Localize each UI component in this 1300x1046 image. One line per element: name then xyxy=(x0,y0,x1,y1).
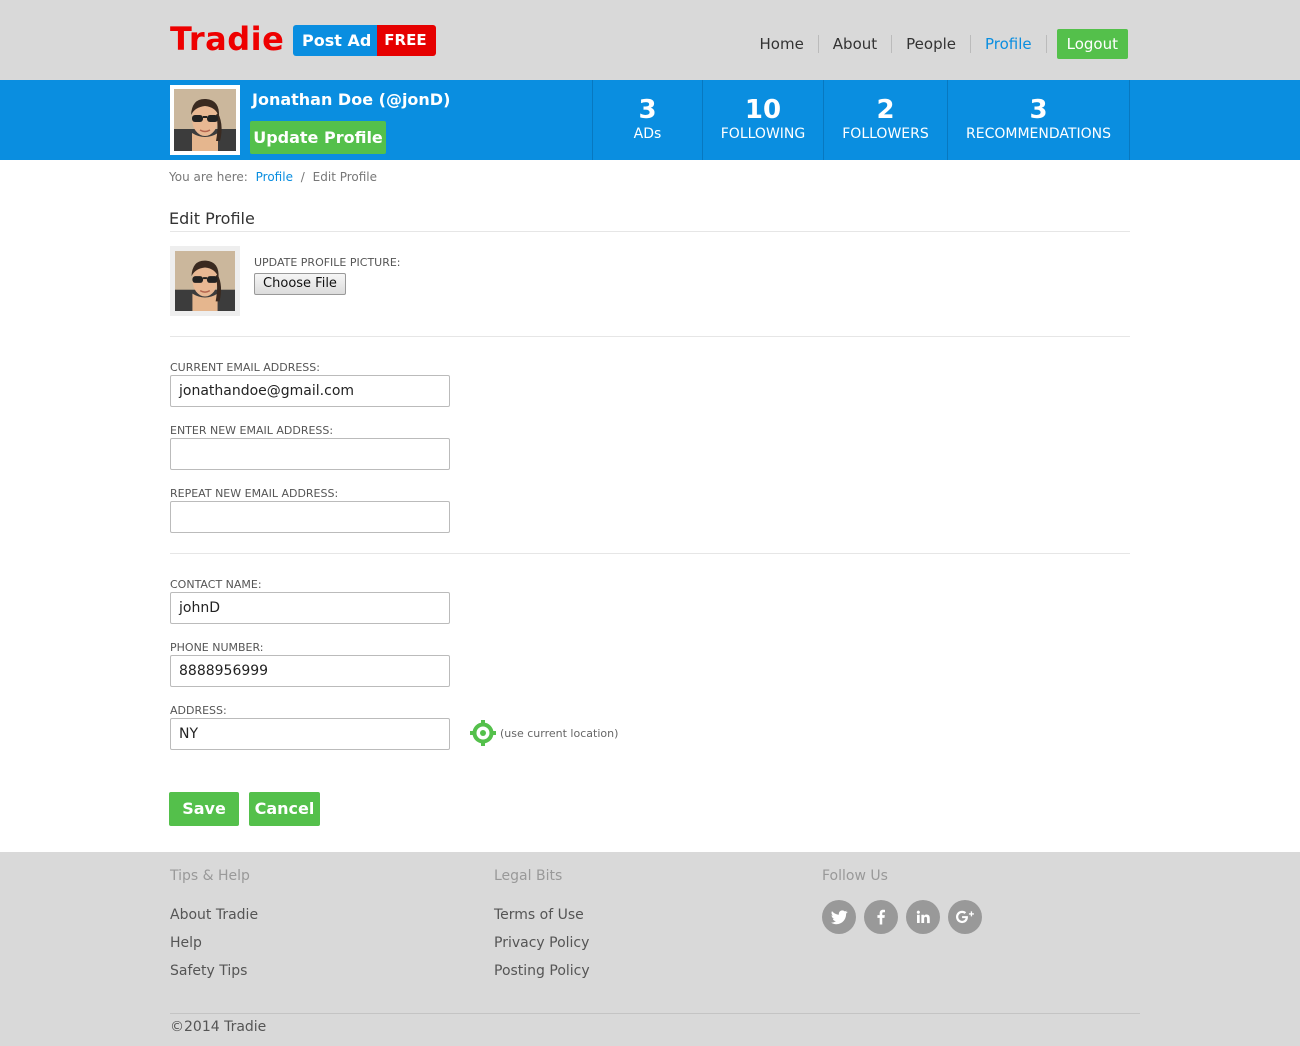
save-button[interactable]: Save xyxy=(169,792,239,826)
logout-button[interactable]: Logout xyxy=(1056,29,1128,59)
main-nav: Home About People Profile Logout xyxy=(746,29,1128,59)
stat-recommendations[interactable]: 3 RECOMMENDATIONS xyxy=(947,80,1130,160)
contact-name-label: CONTACT NAME: xyxy=(170,578,262,591)
divider xyxy=(170,553,1130,554)
nav-about[interactable]: About xyxy=(819,35,893,53)
stat-ads[interactable]: 3 ADs xyxy=(592,80,702,160)
footer-link-help[interactable]: Help xyxy=(170,929,258,957)
current-email-label: CURRENT EMAIL ADDRESS: xyxy=(170,361,320,374)
nav-people[interactable]: People xyxy=(892,35,971,53)
stat-number: 10 xyxy=(744,95,782,125)
nav-home[interactable]: Home xyxy=(746,35,819,53)
stat-label: FOLLOWERS xyxy=(842,126,929,142)
breadcrumb-prefix: You are here: xyxy=(169,170,248,184)
use-location-text: (use current location) xyxy=(500,726,619,740)
update-picture-label: UPDATE PROFILE PICTURE: xyxy=(254,256,401,269)
address-label: ADDRESS: xyxy=(170,704,227,717)
address-field[interactable]: NY xyxy=(170,718,450,750)
stat-number: 3 xyxy=(638,95,657,125)
avatar-photo-icon xyxy=(174,89,236,151)
stat-number: 2 xyxy=(876,95,895,125)
linkedin-icon[interactable] xyxy=(906,900,940,934)
divider xyxy=(170,231,1130,232)
avatar-photo-icon xyxy=(175,251,235,311)
location-crosshair-icon xyxy=(470,720,496,746)
stat-label: FOLLOWING xyxy=(720,126,806,142)
stat-label: ADs xyxy=(633,126,662,142)
repeat-email-field[interactable] xyxy=(170,501,450,533)
footer-tips-column: Tips & Help About Tradie Help Safety Tip… xyxy=(170,868,258,985)
nav-profile[interactable]: Profile xyxy=(971,35,1047,53)
google-plus-icon[interactable] xyxy=(948,900,982,934)
stat-following[interactable]: 10 FOLLOWING xyxy=(702,80,823,160)
breadcrumb-current: Edit Profile xyxy=(312,170,378,184)
new-email-label: ENTER NEW EMAIL ADDRESS: xyxy=(170,424,334,437)
footer-column-title: Legal Bits xyxy=(494,868,563,884)
free-badge: FREE xyxy=(377,25,436,56)
phone-number-label: PHONE NUMBER: xyxy=(170,641,264,654)
site-logo[interactable]: Tradie xyxy=(170,20,284,58)
copyright: ©2014 Tradie xyxy=(170,1019,267,1035)
footer-link-safety[interactable]: Safety Tips xyxy=(170,957,258,985)
current-email-field[interactable]: jonathandoe@gmail.com xyxy=(170,375,450,407)
breadcrumb: You are here: Profile / Edit Profile xyxy=(169,170,377,184)
twitter-icon[interactable] xyxy=(822,900,856,934)
main-content: You are here: Profile / Edit Profile Edi… xyxy=(0,160,1300,852)
new-email-field[interactable] xyxy=(170,438,450,470)
facebook-icon[interactable] xyxy=(864,900,898,934)
cancel-button[interactable]: Cancel xyxy=(249,792,320,826)
footer-column-title: Follow Us xyxy=(822,868,888,884)
choose-file-button[interactable]: Choose File xyxy=(254,273,346,295)
profile-picture-preview xyxy=(170,246,240,316)
stat-followers[interactable]: 2 FOLLOWERS xyxy=(823,80,947,160)
breadcrumb-separator: / xyxy=(300,170,305,184)
contact-name-field[interactable]: johnD xyxy=(170,592,450,624)
profile-bar: Jonathan Doe (@jonD) Update Profile 3 AD… xyxy=(0,80,1300,160)
footer-column-title: Tips & Help xyxy=(170,868,250,884)
stat-number: 3 xyxy=(1029,95,1048,125)
phone-number-field[interactable]: 8888956999 xyxy=(170,655,450,687)
footer-divider xyxy=(170,1013,1140,1014)
stat-label: RECOMMENDATIONS xyxy=(966,126,1111,142)
footer-link-privacy[interactable]: Privacy Policy xyxy=(494,929,590,957)
top-header: Tradie Post Ad FREE Home About People Pr… xyxy=(0,0,1300,80)
footer-link-about[interactable]: About Tradie xyxy=(170,901,258,929)
footer-link-posting[interactable]: Posting Policy xyxy=(494,957,590,985)
repeat-email-label: REPEAT NEW EMAIL ADDRESS: xyxy=(170,487,339,500)
use-current-location[interactable]: (use current location) xyxy=(470,720,618,746)
post-ad-button[interactable]: Post Ad FREE xyxy=(293,25,436,56)
profile-avatar xyxy=(170,85,240,155)
breadcrumb-profile-link[interactable]: Profile xyxy=(256,170,293,184)
profile-user-name: Jonathan Doe (@jonD) xyxy=(252,90,451,109)
post-ad-label: Post Ad xyxy=(293,25,378,56)
update-profile-button[interactable]: Update Profile xyxy=(250,121,386,154)
footer-link-terms[interactable]: Terms of Use xyxy=(494,901,590,929)
page-title: Edit Profile xyxy=(169,209,255,228)
profile-stats: 3 ADs 10 FOLLOWING 2 FOLLOWERS 3 RECOMME… xyxy=(592,80,1130,160)
footer: Tips & Help About Tradie Help Safety Tip… xyxy=(0,852,1300,1046)
divider xyxy=(170,336,1130,337)
footer-legal-column: Legal Bits Terms of Use Privacy Policy P… xyxy=(494,868,590,985)
footer-follow-column: Follow Us xyxy=(822,868,982,934)
social-links xyxy=(822,900,982,934)
